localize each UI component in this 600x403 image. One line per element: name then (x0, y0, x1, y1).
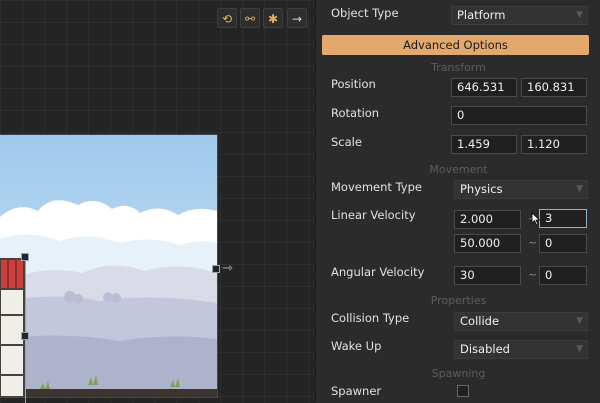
angular-velocity-field[interactable]: 30 (454, 266, 521, 285)
resize-handle[interactable] (21, 332, 29, 340)
movement-type-label: Movement Type (331, 180, 422, 194)
section-properties: Properties (430, 294, 487, 307)
object-type-label: Object Type (331, 6, 399, 20)
selection-outline (25, 258, 26, 403)
wake-up-value: Disabled (460, 342, 510, 356)
range-separator: ~ (528, 236, 538, 249)
linear-velocity-y-range-field[interactable]: 0 (539, 234, 587, 253)
scale-label: Scale (331, 135, 362, 149)
object-type-select[interactable]: Platform ▼ (451, 6, 588, 25)
inspector-panel: Object Type Platform ▼ Advanced Options … (315, 0, 600, 403)
collision-type-value: Collide (460, 314, 500, 328)
advanced-options-button[interactable]: Advanced Options (322, 35, 589, 55)
chevron-down-icon: ▼ (576, 344, 583, 354)
section-transform: Transform (431, 61, 486, 74)
linear-velocity-x-range-field[interactable]: 3 (539, 209, 587, 228)
movement-type-value: Physics (460, 182, 503, 196)
link-icon[interactable]: ⚯ (240, 8, 260, 28)
object-type-value: Platform (457, 8, 506, 22)
chevron-down-icon: ▼ (576, 10, 583, 20)
arrow-right-icon[interactable]: → (287, 8, 307, 28)
section-movement: Movement (429, 163, 488, 176)
movement-type-select[interactable]: Physics ▼ (454, 180, 588, 199)
rotation-label: Rotation (331, 106, 380, 120)
position-label: Position (331, 77, 376, 91)
level-preview[interactable] (0, 134, 218, 398)
spawner-label: Spawner (331, 384, 382, 398)
position-x-field[interactable]: 646.531 (451, 78, 517, 97)
linear-velocity-label: Linear Velocity (331, 208, 416, 222)
wake-up-label: Wake Up (331, 339, 382, 353)
velocity-handle[interactable] (212, 265, 220, 273)
angular-velocity-label: Angular Velocity (331, 265, 425, 279)
section-spawning: Spawning (431, 367, 486, 380)
wake-up-select[interactable]: Disabled ▼ (454, 340, 588, 359)
mouse-cursor-icon (531, 212, 541, 226)
angular-velocity-range-field[interactable]: 0 (539, 266, 587, 285)
resize-handle[interactable] (21, 253, 29, 261)
background-art (0, 135, 217, 397)
velocity-arrow-icon: ⇾ (222, 261, 233, 276)
linear-velocity-x-field[interactable]: 2.000 (454, 210, 521, 229)
collision-type-label: Collision Type (331, 311, 410, 325)
scale-x-field[interactable]: 1.459 (451, 135, 517, 154)
rotation-field[interactable]: 0 (451, 106, 587, 125)
range-separator: ~ (528, 268, 538, 281)
chevron-down-icon: ▼ (576, 316, 583, 326)
chevron-down-icon: ▼ (576, 184, 583, 194)
bug-icon[interactable]: ✱ (263, 8, 283, 28)
position-y-field[interactable]: 160.831 (521, 78, 587, 97)
linear-velocity-y-field[interactable]: 50.000 (454, 234, 521, 253)
collision-type-select[interactable]: Collide ▼ (454, 312, 588, 331)
undo-icon[interactable]: ⟲ (217, 8, 237, 28)
spawner-checkbox[interactable] (457, 385, 469, 397)
scale-y-field[interactable]: 1.120 (521, 135, 587, 154)
scene-viewport[interactable]: ⟲ ⚯ ✱ → ⇾ (0, 0, 315, 403)
